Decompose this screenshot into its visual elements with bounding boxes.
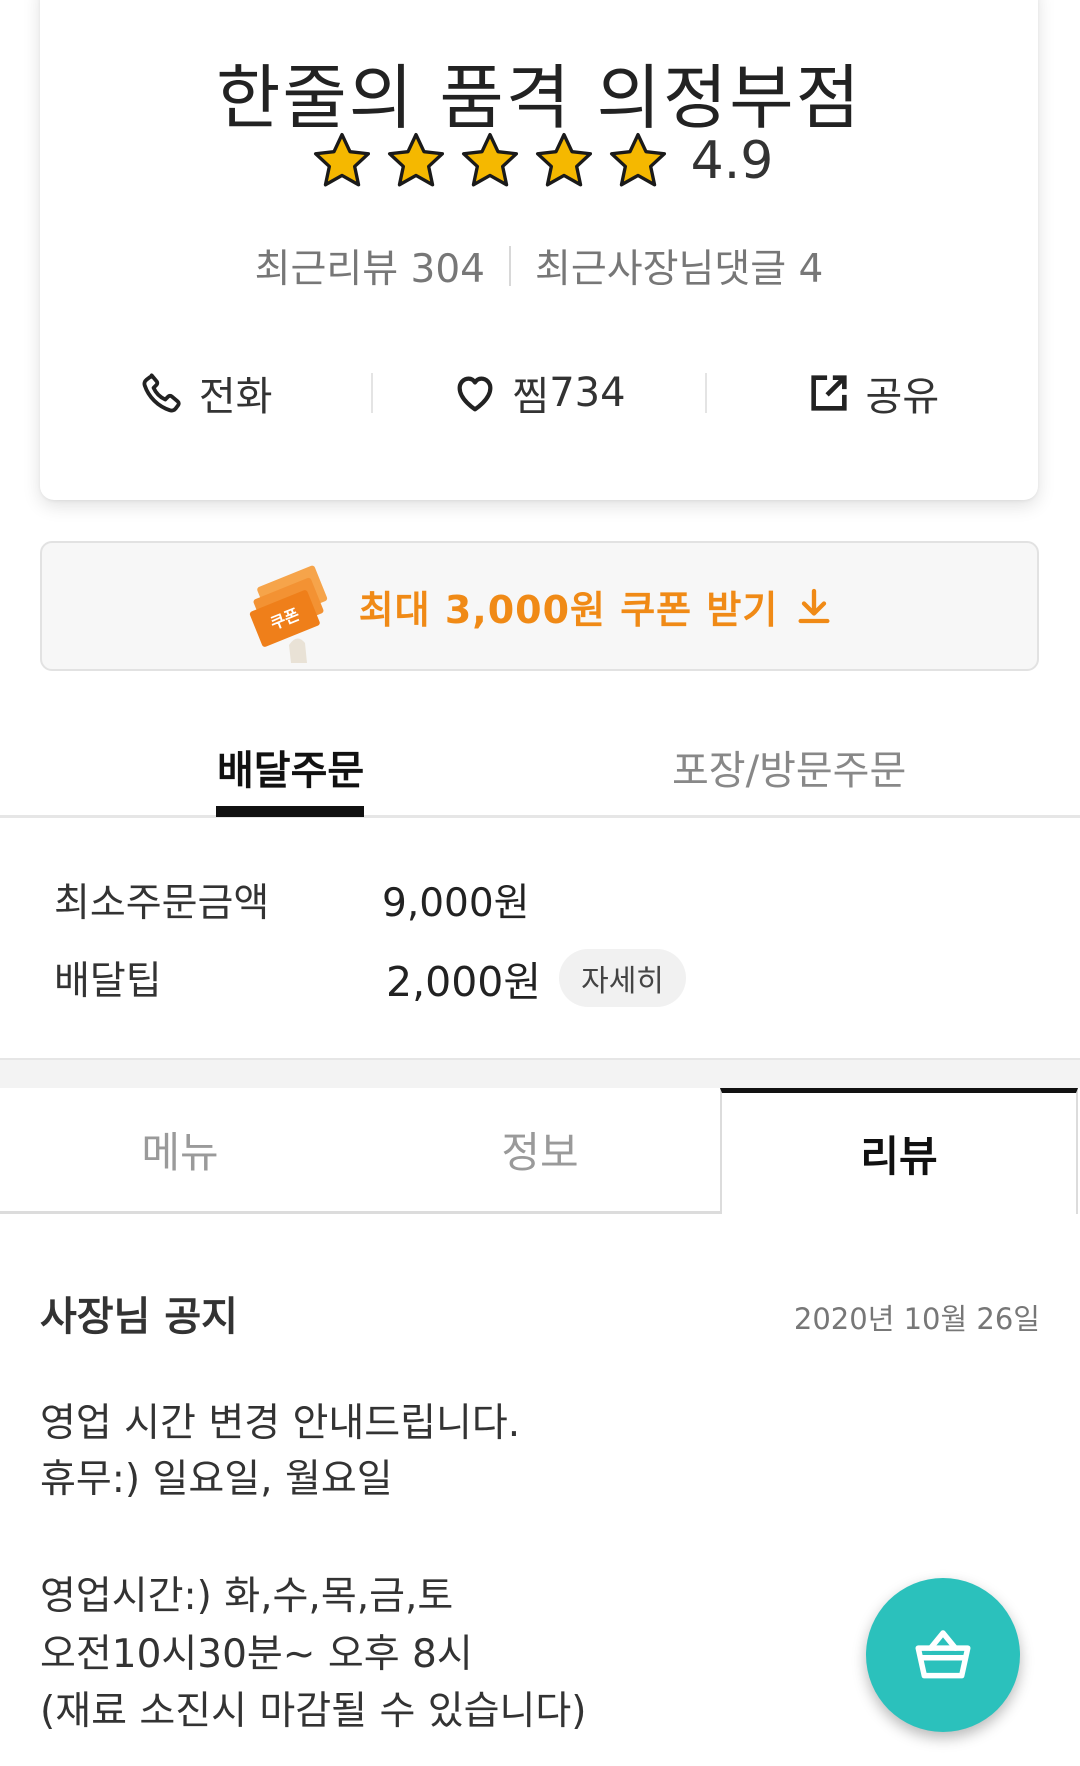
- active-tab-indicator: [216, 806, 364, 817]
- notice-line: 휴무:) 일요일, 월요일: [40, 1457, 393, 1502]
- call-button[interactable]: 전화: [40, 358, 371, 428]
- delivery-tip-row: 배달팁 2,000원 자세히: [54, 948, 686, 1008]
- share-label: 공유: [865, 374, 940, 420]
- notice-line: (재료 소진시 마감될 수 있습니다): [40, 1689, 587, 1734]
- notice-line: 영업시간:) 화,수,목,금,토: [40, 1574, 454, 1619]
- store-page: 한줄의 품격 의정부점 4.9 최근리뷰 304 최근사장님댓글 4 전화 찜 …: [0, 0, 1080, 1766]
- phone-icon: [142, 373, 181, 413]
- favorite-count: 734: [549, 370, 626, 416]
- basket-icon: [915, 1630, 971, 1679]
- rating-row: 4.9: [40, 130, 1038, 192]
- star-icon: [609, 132, 666, 187]
- delivery-tip-label: 배달팁: [54, 959, 162, 1004]
- notice-date: 2020년 10월 26일: [793, 1302, 1040, 1336]
- delivery-tip-value: 2,000원: [386, 958, 542, 1006]
- tab-review[interactable]: 리뷰: [720, 1088, 1078, 1214]
- coupon-ticket-icon: 쿠폰: [249, 565, 327, 663]
- tip-detail-button[interactable]: 자세히: [559, 949, 686, 1007]
- heart-icon: [457, 376, 493, 412]
- store-name: 한줄의 품격 의정부점: [215, 57, 863, 139]
- coupon-text: 최대 3,000원 쿠폰 받기: [358, 587, 779, 632]
- download-icon: [798, 588, 830, 624]
- star-icon: [313, 132, 370, 187]
- store-actions: 전화 찜 734 공유: [40, 358, 1038, 428]
- min-order-row: 최소주문금액 9,000원: [54, 872, 530, 928]
- notice-title: 사장님 공지: [40, 1294, 238, 1340]
- review-counts: 최근리뷰 304 최근사장님댓글 4: [40, 238, 1038, 294]
- section-tabs: 메뉴 정보 리뷰: [0, 1088, 1080, 1214]
- favorite-label: 찜: [512, 374, 550, 420]
- order-type-tabs: 배달주문 포장/방문주문: [0, 730, 1080, 818]
- rating-value: 4.9: [690, 131, 774, 191]
- section-divider: [0, 1058, 1080, 1088]
- star-icon: [387, 132, 444, 187]
- share-button[interactable]: 공유: [707, 358, 1038, 428]
- call-label: 전화: [198, 374, 273, 420]
- favorite-button[interactable]: 찜 734: [373, 358, 704, 428]
- min-order-value: 9,000원: [382, 881, 530, 926]
- notice-line: 오전10시30분~ 오후 8시: [40, 1632, 473, 1677]
- notice-line: 영업 시간 변경 안내드립니다.: [40, 1401, 521, 1446]
- star-icon: [461, 132, 518, 187]
- owner-comments-link[interactable]: 최근사장님댓글 4: [535, 238, 823, 294]
- tab-menu[interactable]: 메뉴: [0, 1088, 360, 1214]
- cart-button[interactable]: [866, 1578, 1020, 1732]
- share-icon: [810, 375, 847, 411]
- min-order-label: 최소주문금액: [54, 881, 270, 926]
- store-card: 한줄의 품격 의정부점 4.9 최근리뷰 304 최근사장님댓글 4 전화 찜 …: [40, 0, 1038, 500]
- recent-reviews-link[interactable]: 최근리뷰 304: [255, 238, 485, 294]
- tab-info[interactable]: 정보: [360, 1088, 720, 1214]
- tab-pickup[interactable]: 포장/방문주문: [672, 738, 906, 796]
- divider: [508, 246, 511, 286]
- tab-delivery[interactable]: 배달주문: [217, 738, 364, 796]
- star-icon: [535, 132, 592, 187]
- coupon-banner[interactable]: 쿠폰 최대 3,000원 쿠폰 받기: [40, 541, 1039, 671]
